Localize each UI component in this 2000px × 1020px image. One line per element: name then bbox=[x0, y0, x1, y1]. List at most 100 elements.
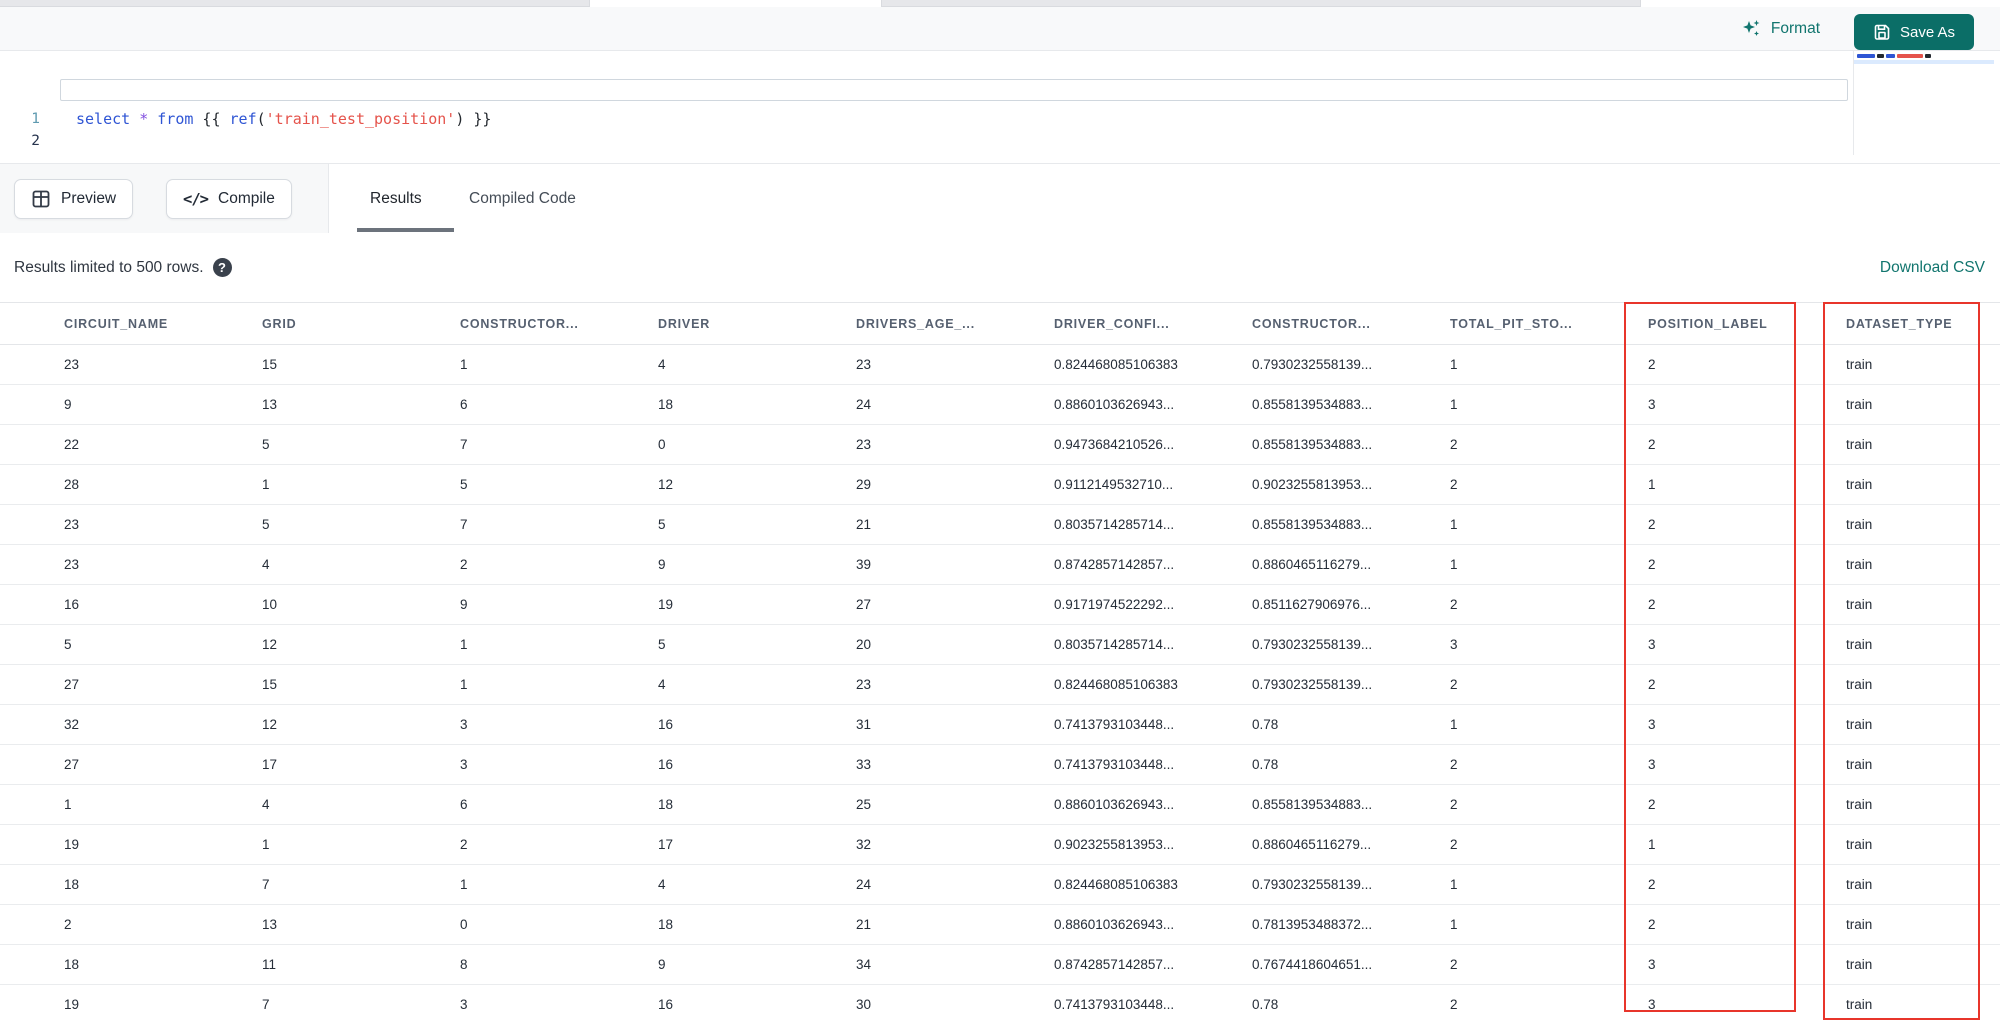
file-tab-strip[interactable] bbox=[0, 0, 2000, 7]
table-cell: 0.8860103626943... bbox=[1054, 917, 1175, 932]
table-cell: 0.7930232558139... bbox=[1252, 677, 1373, 692]
tab-results[interactable]: Results bbox=[370, 164, 422, 234]
table-cell: 3 bbox=[1648, 397, 1656, 412]
table-cell: 0.7413793103448... bbox=[1054, 997, 1175, 1012]
table-cell: train bbox=[1846, 477, 1873, 492]
table-cell: 0.8742857142857... bbox=[1054, 557, 1175, 572]
table-cell: 2 bbox=[1648, 357, 1656, 372]
table-cell: 4 bbox=[262, 797, 270, 812]
table-row: 32 12 3 16 31 0.7413793103448... 0.78 1 3 train bbox=[0, 705, 2000, 745]
table-cell: 18 bbox=[658, 797, 674, 812]
table-cell: 2 bbox=[1450, 477, 1458, 492]
line-number-1: 1 bbox=[31, 111, 40, 127]
table-cell: 0.7930232558139... bbox=[1252, 637, 1373, 652]
table-cell: 32 bbox=[856, 837, 872, 852]
table-row: 22 5 7 0 23 0.9473684210526... 0.8558139534883… bbox=[0, 425, 2000, 465]
table-cell: 24 bbox=[856, 877, 872, 892]
table-cell: 6 bbox=[460, 397, 468, 412]
table-cell: 2 bbox=[64, 917, 72, 932]
editor-minimap[interactable] bbox=[1853, 51, 1994, 155]
table-cell: 16 bbox=[658, 997, 674, 1012]
table-cell: 0.9473684210526... bbox=[1054, 437, 1175, 452]
table-cell: 4 bbox=[658, 877, 666, 892]
code-line-1[interactable]: select * from {{ ref('train_test_positio… bbox=[76, 108, 491, 130]
table-cell: 23 bbox=[64, 357, 80, 372]
table-cell: 0.78 bbox=[1252, 717, 1279, 732]
table-cell: 3 bbox=[1648, 757, 1656, 772]
table-cell: train bbox=[1846, 557, 1873, 572]
column-header: CONSTRUCTOR... bbox=[1252, 316, 1371, 331]
table-cell: 2 bbox=[1648, 597, 1656, 612]
table-cell: 9 bbox=[460, 597, 468, 612]
table-cell: 1 bbox=[1450, 397, 1458, 412]
table-row: 18 11 8 9 34 0.8742857142857... 0.767441860465… bbox=[0, 945, 2000, 985]
download-csv-link[interactable]: Download CSV bbox=[1880, 259, 1985, 277]
table-row: 23 5 7 5 21 0.8035714285714... 0.8558139534883… bbox=[0, 505, 2000, 545]
active-file-tab[interactable] bbox=[589, 0, 882, 7]
table-cell: 2 bbox=[1450, 597, 1458, 612]
table-cell: 32 bbox=[64, 717, 80, 732]
preview-button[interactable]: Preview bbox=[14, 179, 134, 219]
column-header: POSITION_LABEL bbox=[1648, 316, 1768, 331]
table-cell: 1 bbox=[1648, 837, 1656, 852]
table-cell: 0.9023255813953... bbox=[1054, 837, 1175, 852]
table-cell: train bbox=[1846, 677, 1873, 692]
table-cell: 2 bbox=[1648, 797, 1656, 812]
table-cell: 2 bbox=[1648, 557, 1656, 572]
minimap-code-preview bbox=[1857, 54, 1931, 58]
table-cell: 2 bbox=[1648, 677, 1656, 692]
table-cell: 23 bbox=[856, 437, 872, 452]
column-header: GRID bbox=[262, 316, 297, 331]
table-cell: 0.8742857142857... bbox=[1054, 957, 1175, 972]
column-header: CIRCUIT_NAME bbox=[64, 316, 169, 331]
table-cell: 0.7813953488372... bbox=[1252, 917, 1373, 932]
sql-editor[interactable]: 1 2 select * from {{ ref('train_test_pos… bbox=[0, 51, 2000, 163]
code-token: from bbox=[157, 110, 194, 128]
active-line-highlight bbox=[60, 79, 1848, 101]
table-cell: 1 bbox=[460, 357, 468, 372]
table-cell: 2 bbox=[1648, 437, 1656, 452]
table-cell: 3 bbox=[1648, 997, 1656, 1012]
table-row: 16 10 9 19 27 0.9171974522292... 0.85116279069… bbox=[0, 585, 2000, 625]
table-cell: 5 bbox=[262, 437, 270, 452]
format-button[interactable]: Format bbox=[1742, 19, 1820, 39]
table-cell: 3 bbox=[1450, 637, 1458, 652]
code-token: ( bbox=[256, 110, 266, 128]
tab-compiled-code[interactable]: Compiled Code bbox=[469, 164, 576, 234]
compile-button[interactable]: </> Compile bbox=[166, 179, 292, 219]
editor-top-panel bbox=[1640, 0, 2000, 7]
results-info-bar: Results limited to 500 rows. ? Download … bbox=[0, 233, 2000, 302]
table-cell: train bbox=[1846, 517, 1873, 532]
format-label: Format bbox=[1770, 20, 1820, 37]
table-cell: 3 bbox=[460, 757, 468, 772]
code-token: select bbox=[76, 110, 131, 128]
table-cell: train bbox=[1846, 437, 1873, 452]
table-cell: 1 bbox=[1450, 357, 1458, 372]
table-cell: 5 bbox=[658, 637, 666, 652]
table-row: 5 12 1 5 20 0.8035714285714... 0.7930232558139… bbox=[0, 625, 2000, 665]
table-cell: train bbox=[1846, 837, 1873, 852]
table-cell: 2 bbox=[1450, 837, 1458, 852]
table-cell: train bbox=[1846, 957, 1873, 972]
table-cell: 3 bbox=[460, 997, 468, 1012]
table-cell: 0.9112149532710... bbox=[1054, 477, 1174, 492]
table-cell: 5 bbox=[64, 637, 72, 652]
table-cell: 1 bbox=[262, 837, 270, 852]
table-cell: 1 bbox=[460, 637, 468, 652]
table-cell: 0.7413793103448... bbox=[1054, 717, 1175, 732]
table-cell: 18 bbox=[64, 957, 80, 972]
table-cell: train bbox=[1846, 637, 1873, 652]
table-cell: 0.7930232558139... bbox=[1252, 877, 1373, 892]
table-cell: 0 bbox=[460, 917, 468, 932]
code-token: {{ bbox=[193, 110, 230, 128]
table-cell: 1 bbox=[1648, 477, 1656, 492]
table-cell: 1 bbox=[1450, 517, 1458, 532]
table-row: 28 1 5 12 29 0.9112149532710... 0.902325581395… bbox=[0, 465, 2000, 505]
save-as-button[interactable]: Save As bbox=[1854, 14, 1974, 50]
table-cell: 2 bbox=[460, 557, 468, 572]
table-cell: 3 bbox=[1648, 637, 1656, 652]
table-cell: 0.8035714285714... bbox=[1054, 637, 1175, 652]
table-cell: train bbox=[1846, 357, 1873, 372]
help-icon[interactable]: ? bbox=[212, 258, 232, 277]
row-limit-note: Results limited to 500 rows. ? bbox=[14, 258, 232, 277]
